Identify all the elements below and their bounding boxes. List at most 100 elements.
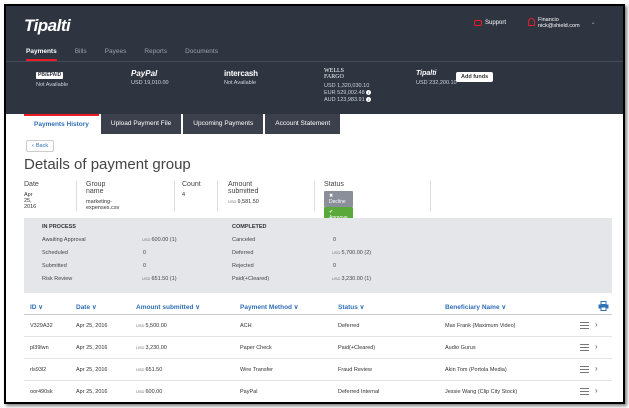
summary-label: Date: [24, 181, 39, 188]
status-label: Submitted: [42, 263, 67, 269]
status-value: USD5,700.00 (2): [332, 250, 372, 256]
cell-status: Paid(+Cleared): [338, 345, 376, 351]
tab-upcoming-payments[interactable]: Upcoming Payments: [183, 114, 264, 134]
divider: [217, 181, 218, 211]
summary-value: USD9,581.50: [228, 199, 259, 205]
cell-date: Apr 25, 2016: [76, 323, 108, 329]
summary-count: Count 4: [182, 181, 201, 211]
column-status[interactable]: Status ∨: [338, 303, 364, 311]
table-row[interactable]: V329A32 Apr 25, 2016 USD5,500.00 ACH Def…: [24, 315, 612, 337]
balance-value: Not Available: [224, 80, 257, 86]
cell-id: pl39lwn: [30, 345, 49, 351]
tab-payments-history[interactable]: Payments History: [24, 114, 99, 134]
column-id[interactable]: ID ∨: [30, 303, 43, 311]
cell-beneficiary: Jessie Wang (Clip City Stock): [445, 389, 518, 395]
nav-payees[interactable]: Payees: [105, 44, 127, 61]
tipalti-logo[interactable]: Tipalti: [24, 16, 71, 36]
cell-id: rls93l2: [30, 367, 47, 373]
chevron-down-icon: ⌄: [590, 20, 596, 26]
status-value: USD3,230.00 (1): [332, 276, 372, 282]
nav-payments[interactable]: Payments: [26, 44, 57, 61]
cell-date: Apr 25, 2016: [76, 367, 108, 373]
status-label: Rejected: [232, 263, 254, 269]
column-date[interactable]: Date ∨: [76, 303, 97, 311]
cell-date: Apr 25, 2016: [76, 345, 108, 351]
cell-amount: USD600.00: [136, 389, 163, 395]
cell-id: V329A32: [30, 323, 53, 329]
summary-status: Status ✖ Decline ✔ Approve: [324, 181, 353, 223]
back-button[interactable]: ‹ Back: [26, 140, 55, 152]
logo-text: Tipalti: [24, 16, 71, 35]
nav-bills[interactable]: Bills: [75, 44, 87, 61]
pbepaid-logo: PB/EPAID: [36, 72, 64, 79]
cell-status: Deferred: [338, 323, 360, 329]
app-window: Tipalti Support Financio nick@shield.com…: [4, 4, 625, 404]
divider: [76, 181, 77, 211]
column-beneficiary[interactable]: Beneficiary Name ∨: [445, 303, 506, 311]
balance-value: USD 19,010.00: [131, 80, 169, 86]
status-breakdown-panel: IN PROCESS Awaiting Approval USD600.00 (…: [24, 218, 612, 293]
cell-status: Fraud Review: [338, 367, 372, 373]
paypal-logo: PayPal: [131, 69, 158, 78]
add-funds-button[interactable]: Add funds: [456, 72, 494, 82]
cell-status: Deferred Internal: [338, 389, 380, 395]
table-row[interactable]: rls93l2 Apr 25, 2016 USD651.50 Wire Tran…: [24, 359, 612, 381]
divider: [174, 181, 175, 211]
info-icon[interactable]: i: [365, 90, 371, 96]
status-label: Paid(+Cleared): [232, 276, 270, 282]
nav-reports[interactable]: Reports: [144, 44, 167, 61]
status-label: Scheduled: [42, 250, 68, 256]
user-menu[interactable]: Financio nick@shield.com ⌄: [528, 17, 596, 29]
row-menu-icon[interactable]: [580, 344, 589, 351]
user-icon: [528, 18, 535, 26]
wells-fargo-logo: WELLS FARGO: [324, 68, 344, 80]
summary-label: Group name: [86, 181, 106, 195]
divider: [314, 181, 315, 211]
chevron-right-icon[interactable]: ›: [595, 342, 598, 351]
cell-method: Wire Transfer: [240, 367, 274, 373]
main-nav: Payments Bills Payees Reports Documents: [26, 44, 236, 61]
chevron-left-icon: ‹: [32, 143, 34, 149]
top-header: Tipalti Support Financio nick@shield.com…: [6, 6, 623, 114]
row-menu-icon[interactable]: [580, 322, 589, 329]
chevron-right-icon[interactable]: ›: [595, 320, 598, 329]
nav-documents[interactable]: Documents: [185, 44, 218, 61]
completed-heading: COMPLETED: [232, 224, 267, 230]
status-label: Awaiting Approval: [42, 237, 86, 243]
table-row[interactable]: oor490sk Apr 25, 2016 USD600.00 PayPal D…: [24, 381, 612, 402]
status-label: Risk Review: [42, 276, 73, 282]
intercash-logo: intercash: [224, 69, 258, 78]
user-email: nick@shield.com: [538, 23, 580, 29]
chevron-right-icon[interactable]: ›: [595, 386, 598, 395]
summary-value: Apr 25, 2016: [24, 192, 37, 210]
cell-amount: USD5,500.00: [136, 323, 167, 329]
summary-value: marketing-expenses.csv: [86, 199, 120, 211]
decline-button[interactable]: ✖ Decline: [324, 191, 353, 207]
table-row[interactable]: pl39lwn Apr 25, 2016 USD3,230.00 Paper C…: [24, 337, 612, 359]
in-process-heading: IN PROCESS: [42, 224, 76, 230]
status-value: 0: [333, 263, 337, 269]
cell-method: Paper Check: [240, 345, 272, 351]
tab-upload-payment-file[interactable]: Upload Payment File: [100, 114, 182, 134]
cell-beneficiary: Max Frank (Maximum Video): [445, 323, 516, 329]
balance-pbepaid: PB/EPAID Not Available: [36, 70, 68, 89]
support-link[interactable]: Support: [474, 20, 506, 26]
column-payment-method[interactable]: Payment Method ∨: [240, 303, 299, 311]
row-menu-icon[interactable]: [580, 366, 589, 373]
summary-date: Date Apr 25, 2016: [24, 181, 39, 211]
print-icon[interactable]: [598, 301, 609, 311]
support-icon: [474, 20, 482, 26]
balance-wells-fargo: WELLS FARGO USD 1,320,030.10 EUR 529,002…: [324, 68, 371, 104]
status-value: USD651.50 (1): [142, 276, 177, 282]
balance-paypal: PayPal USD 19,010.00: [131, 70, 169, 87]
row-menu-icon[interactable]: [580, 388, 589, 395]
status-value: 0: [143, 250, 147, 256]
tab-account-statement[interactable]: Account Statement: [265, 114, 341, 134]
chevron-right-icon[interactable]: ›: [595, 364, 598, 373]
tipalti-balance-logo: Tipalti: [416, 70, 437, 77]
status-value: USD600.00 (1): [142, 237, 177, 243]
info-icon[interactable]: i: [365, 97, 371, 103]
balance-value: Not Available: [36, 82, 69, 88]
column-amount[interactable]: Amount submitted ∨: [136, 303, 200, 311]
cell-amount: USD651.50: [136, 367, 163, 373]
